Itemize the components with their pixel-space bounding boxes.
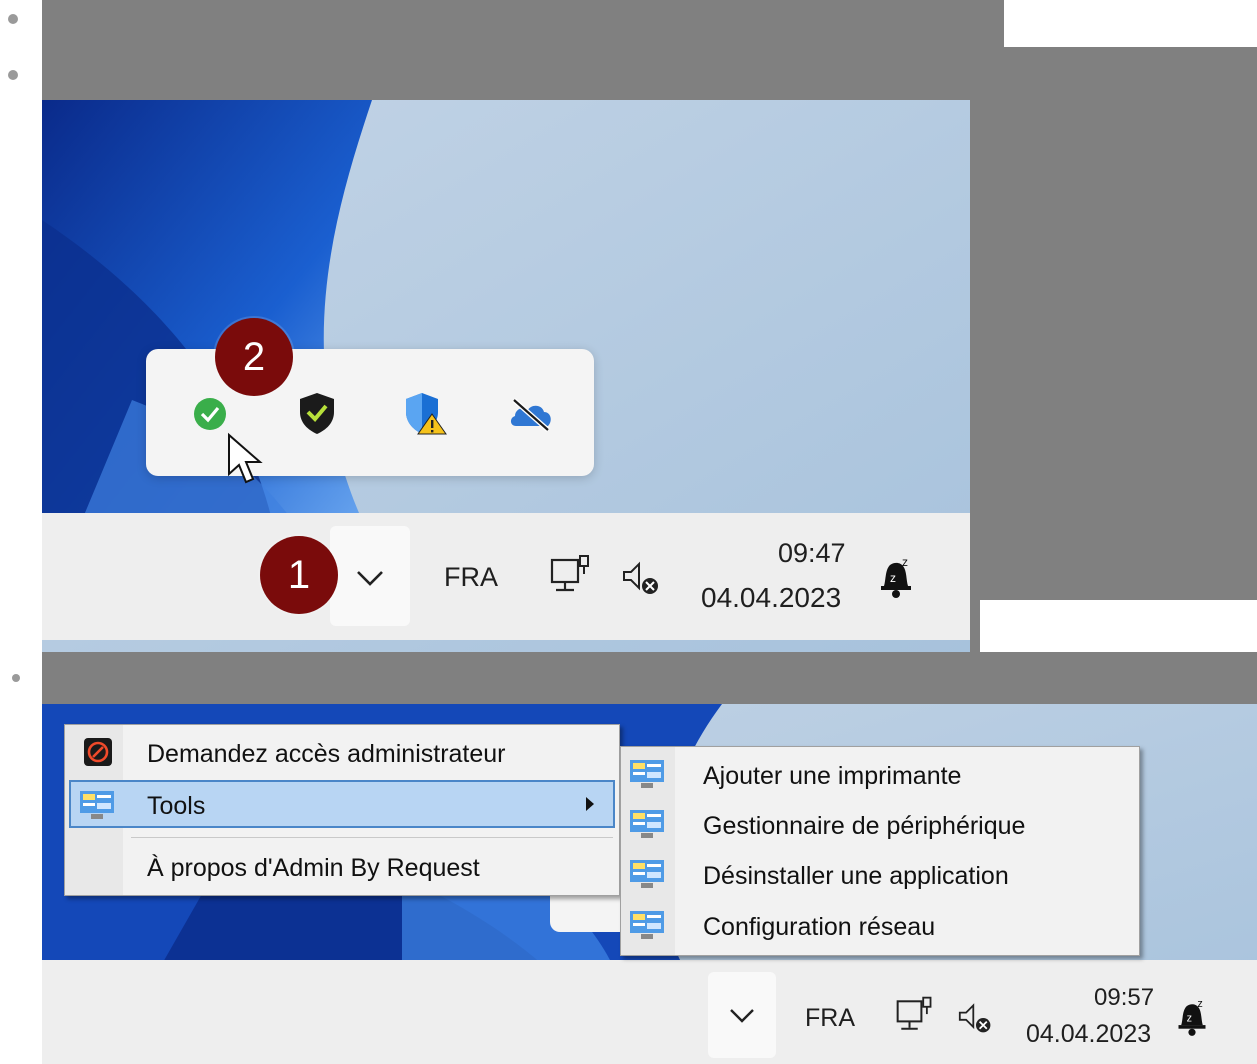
menu-separator — [131, 837, 613, 838]
menu-item-label: Tools — [147, 792, 206, 820]
submenu-item-add-printer[interactable]: Ajouter une imprimante — [625, 751, 1135, 797]
tools-icon — [630, 810, 664, 838]
menu-item-about[interactable]: À propos d'Admin By Request — [69, 843, 615, 889]
gray-panel — [970, 600, 980, 652]
chevron-down-icon — [730, 1009, 754, 1023]
screenshot-step-2: FRA 09:57 04.04.2023 z z Demandez accès … — [42, 704, 1257, 1064]
submenu-item-uninstall-app[interactable]: Désinstaller une application — [625, 851, 1135, 897]
tools-icon — [630, 911, 664, 939]
menu-item-request-admin[interactable]: Demandez accès administrateur — [69, 729, 615, 775]
menu-item-label: Demandez accès administrateur — [147, 740, 506, 768]
submenu-item-label: Ajouter une imprimante — [703, 762, 962, 790]
context-menu: Demandez accès administrateur Tools À pr… — [64, 724, 620, 896]
network-icon[interactable] — [548, 552, 594, 598]
defender-warning-icon[interactable] — [402, 390, 448, 436]
svg-text:z: z — [1197, 998, 1202, 1010]
admin-by-request-icon — [84, 738, 112, 766]
tools-submenu: Ajouter une imprimante Gestionnaire de p… — [620, 746, 1140, 956]
volume-muted-icon[interactable] — [956, 1000, 996, 1036]
screenshot-step-1: FRA 09:47 04.04.2023 z z 2 1 — [42, 100, 970, 652]
show-hidden-icons-button[interactable] — [330, 526, 410, 626]
menu-item-tools[interactable]: Tools — [69, 780, 615, 828]
submenu-item-label: Configuration réseau — [703, 913, 936, 941]
submenu-item-device-manager[interactable]: Gestionnaire de périphérique — [625, 801, 1135, 847]
notification-bell-icon[interactable]: z z — [876, 554, 916, 600]
show-hidden-icons-button[interactable] — [708, 972, 776, 1058]
language-indicator[interactable]: FRA — [805, 1004, 855, 1033]
list-bullet — [8, 70, 18, 80]
list-bullet — [8, 14, 18, 24]
submenu-item-network-config[interactable]: Configuration réseau — [625, 902, 1135, 948]
step-badge-1: 1 — [260, 536, 338, 614]
gray-panel — [42, 0, 1004, 100]
clock-date[interactable]: 04.04.2023 — [1026, 1020, 1151, 1049]
submenu-item-label: Désinstaller une application — [703, 862, 1009, 890]
gray-panel — [970, 47, 1257, 600]
taskbar — [42, 513, 970, 640]
submenu-arrow-icon — [586, 797, 594, 811]
language-indicator[interactable]: FRA — [444, 562, 498, 593]
network-icon[interactable] — [894, 994, 936, 1036]
menu-item-label: À propos d'Admin By Request — [147, 854, 480, 882]
submenu-item-label: Gestionnaire de périphérique — [703, 812, 1026, 840]
list-bullet — [12, 674, 20, 682]
svg-text:z: z — [902, 555, 908, 569]
gray-panel — [42, 652, 1257, 704]
volume-muted-icon[interactable] — [620, 558, 664, 598]
notification-bell-icon[interactable]: z z — [1174, 996, 1210, 1038]
tools-icon — [630, 860, 664, 888]
tools-icon — [80, 791, 114, 819]
clock-time[interactable]: 09:57 — [1094, 984, 1154, 1012]
step-badge-2: 2 — [215, 318, 293, 396]
chevron-down-icon — [357, 571, 383, 586]
green-check-icon[interactable] — [192, 396, 228, 432]
clock-date[interactable]: 04.04.2023 — [701, 582, 841, 614]
svg-text:z: z — [1187, 1013, 1192, 1025]
svg-text:z: z — [890, 571, 896, 585]
onedrive-off-icon[interactable] — [508, 396, 554, 432]
tools-icon — [630, 760, 664, 788]
mouse-cursor-icon — [228, 432, 263, 484]
shield-check-icon[interactable] — [296, 390, 338, 436]
clock-time[interactable]: 09:47 — [778, 538, 846, 569]
